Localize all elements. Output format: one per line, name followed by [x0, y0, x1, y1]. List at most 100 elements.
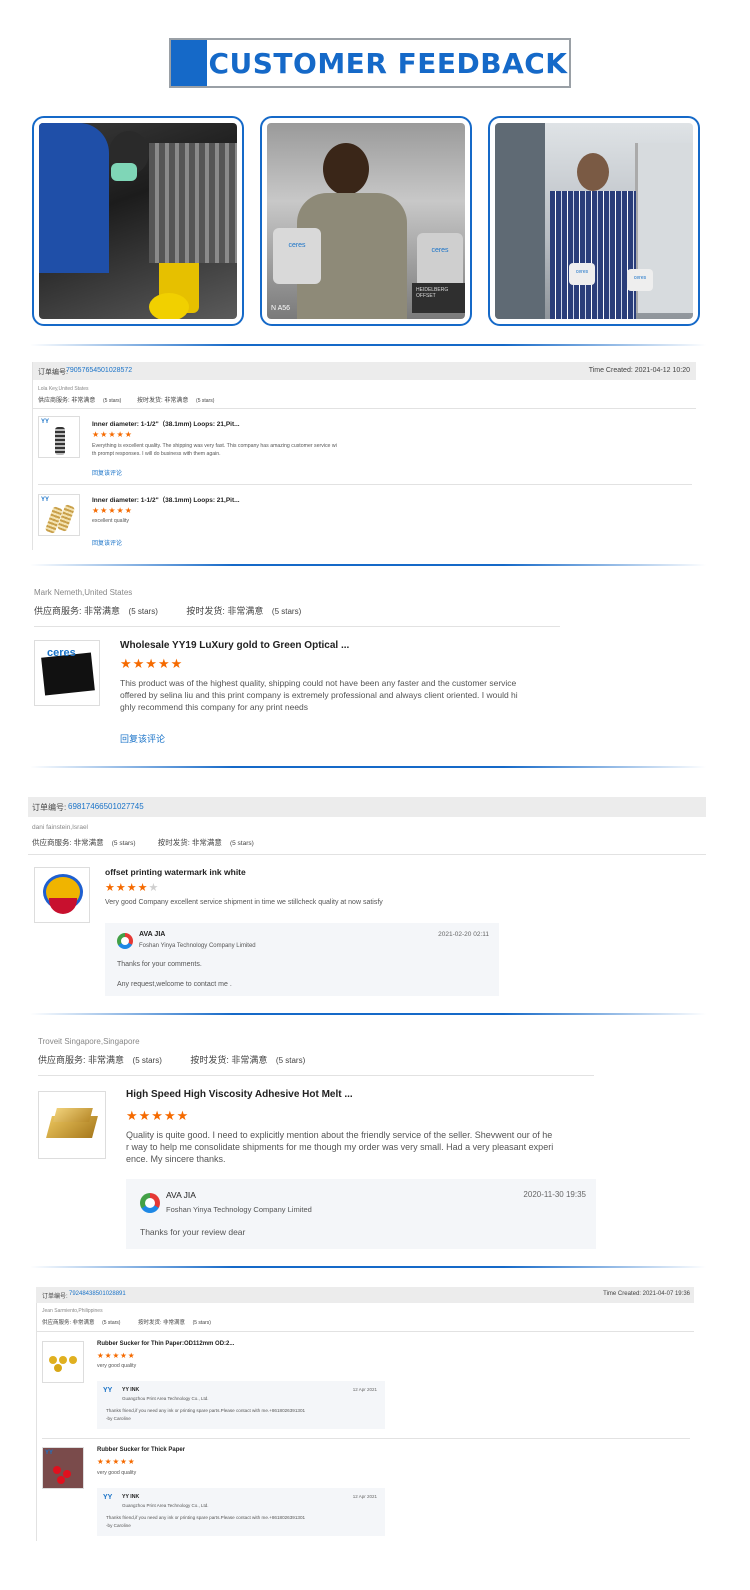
supplier-service: 供应商服务: 非常满意	[42, 1320, 95, 1326]
ink-can-left: ceres	[569, 263, 595, 285]
reply-date: 12 Apr 2021	[352, 1494, 377, 1499]
seller-company: Guangzhou Print Area Technology Co., Ltd…	[122, 1503, 209, 1508]
order-header: 订单编号: 79057654501028572 Time Created: 20…	[32, 362, 696, 380]
product-thumbnail[interactable]	[42, 1341, 84, 1383]
reply-text-line: Thanks friend,if you need any ink or pri…	[106, 1515, 306, 1520]
product-title[interactable]: offset printing watermark ink white	[105, 867, 246, 877]
time-created: Time Created: 2021-04-12 10:20	[588, 367, 690, 374]
seller-logo-icon: YY	[103, 1494, 113, 1501]
seller-company: Guangzhou Print Area Technology Co., Ltd…	[122, 1396, 209, 1401]
reply-comment-link[interactable]: 回复该评论	[92, 468, 122, 477]
ontime-stars: (5 stars)	[192, 1320, 211, 1326]
review-text: Everything is excellent quality. The shi…	[92, 442, 337, 458]
review-text-line: ence. My sincere thanks.	[126, 1154, 226, 1164]
divider-line	[42, 1438, 690, 1439]
reply-date: 12 Apr 2021	[352, 1387, 377, 1392]
ontime-stars: (5 stars)	[196, 398, 215, 404]
seller-reply: YY YY INK Guangzhou Print Area Technolog…	[97, 1381, 385, 1429]
ontime-delivery: 按时发货: 非常满意	[186, 606, 264, 616]
seller-company: Foshan Yinya Technology Company Limited	[139, 943, 256, 949]
section-divider	[30, 344, 706, 346]
order-header: 订单编号: 79248438501028891 Time Created: 20…	[36, 1287, 694, 1303]
order-header: 订单编号: 69817466501027745	[28, 797, 706, 817]
reply-text-line: Thanks for your review dear	[140, 1227, 246, 1237]
product-thumbnail[interactable]: YY	[42, 1447, 84, 1489]
ontime-stars: (5 stars)	[229, 840, 254, 847]
ontime-delivery: 按时发货: 非常满意	[137, 1320, 186, 1326]
order-number-link[interactable]: 79057654501028572	[66, 367, 132, 374]
review-text: very good quality	[97, 1470, 137, 1476]
reply-comment-link[interactable]: 回复该评论	[120, 732, 165, 745]
rating-stars: ★★★★★	[97, 1457, 136, 1466]
review-card-3: 订单编号: 69817466501027745 dani fainstein,I…	[28, 797, 706, 999]
review-text-line: Quality is quite good. I need to explici…	[126, 1130, 553, 1140]
ontime-stars: (5 stars)	[271, 607, 302, 616]
supplier-service: 供应商服务: 非常满意	[34, 606, 121, 616]
divider-line	[32, 408, 696, 409]
divider-line	[38, 1075, 594, 1076]
customer-photo-2: ceres ceres HEIDELBERG OFFSET N A56	[260, 116, 472, 326]
machine-label: N A56	[271, 305, 291, 312]
product-title[interactable]: Wholesale YY19 LuXury gold to Green Opti…	[120, 640, 349, 651]
divider-line	[36, 1331, 694, 1332]
rating-stars: ★★★★★	[105, 881, 159, 894]
seller-company: Foshan Yinya Technology Company Limited	[166, 1205, 312, 1214]
supplier-stars: (5 stars)	[102, 1320, 121, 1326]
review-text: Very good Company excellent service ship…	[105, 899, 383, 906]
reviewer-name: Mark Nemeth,United States	[34, 588, 133, 597]
product-thumbnail[interactable]: ceres	[34, 640, 100, 706]
star-empty: ★	[148, 882, 160, 894]
seller-logo-icon: YY	[103, 1387, 113, 1394]
supplier-service: 供应商服务: 非常满意	[38, 1055, 125, 1065]
seller-name: AVA JIA	[139, 931, 166, 938]
supplier-stars: (5 stars)	[103, 398, 122, 404]
ink-can-right: ceres	[627, 269, 653, 291]
rating-stars: ★★★★★	[120, 656, 184, 671]
banner-accent-block	[171, 40, 207, 86]
card-left-border	[36, 1287, 37, 1541]
reply-date: 2020-11-30 19:35	[523, 1190, 586, 1199]
section-divider	[30, 1266, 706, 1268]
supplier-service: 供应商服务: 非常满意	[32, 838, 104, 847]
product-title[interactable]: Inner diameter: 1-1/2"（38.1mm) Loops: 21…	[92, 494, 240, 504]
order-number-link[interactable]: 79248438501028891	[69, 1291, 126, 1297]
supplier-stars: (5 stars)	[128, 607, 158, 616]
product-title[interactable]: High Speed High Viscosity Adhesive Hot M…	[126, 1089, 353, 1100]
reply-text-line: -by Caroline	[106, 1523, 131, 1528]
seller-reply: YY YY INK Guangzhou Print Area Technolog…	[97, 1488, 385, 1536]
seller-reply: AVA JIA Foshan Yinya Technology Company …	[126, 1179, 596, 1249]
product-thumbnail[interactable]: YY	[38, 494, 80, 536]
product-thumbnail[interactable]	[38, 1091, 106, 1159]
review-text: Quality is quite good. I need to explici…	[126, 1129, 553, 1165]
reviewer-name: dani fainstein,Israel	[32, 824, 89, 831]
reviewer-name: Jean Sarmiento,Philippines	[42, 1308, 103, 1314]
product-title[interactable]: Rubber Sucker for Thin Paper:OD112mm OD:…	[97, 1341, 234, 1347]
product-title[interactable]: Inner diameter: 1-1/2"（38.1mm) Loops: 21…	[92, 418, 240, 428]
seller-name: YY INK	[122, 1494, 140, 1500]
divider-line	[28, 854, 706, 855]
review-text: very good quality	[97, 1363, 137, 1369]
supplier-stars: (5 stars)	[132, 1056, 162, 1065]
ontime-delivery: 按时发货: 非常满意	[157, 838, 222, 847]
review-text-line: This product was of the highest quality,…	[120, 678, 517, 688]
supplier-service: 供应商服务: 非常满意	[38, 398, 96, 404]
product-thumbnail[interactable]: YY	[38, 416, 80, 458]
seller-reply: AVA JIA Foshan Yinya Technology Company …	[105, 923, 499, 996]
ontime-stars: (5 stars)	[275, 1056, 306, 1065]
section-divider	[30, 564, 706, 566]
product-title[interactable]: Rubber Sucker for Thick Paper	[97, 1447, 185, 1453]
reply-text-line: Thanks friend,if you need any ink or pri…	[106, 1408, 306, 1413]
ontime-delivery: 按时发货: 非常满意	[137, 398, 189, 404]
product-thumbnail[interactable]	[34, 867, 90, 923]
review-text: This product was of the highest quality,…	[120, 677, 518, 713]
review-card-2: Mark Nemeth,United States 供应商服务: 非常满意 (5…	[34, 588, 564, 748]
review-text-line: ghly recommend this company for any prin…	[120, 702, 309, 712]
review-text-line: offered by selina liu and this print com…	[120, 690, 518, 700]
reply-text-line: -by Caroline	[106, 1416, 131, 1421]
order-label: 订单编号:	[38, 369, 68, 376]
supplier-stars: (5 stars)	[111, 840, 136, 847]
reply-comment-link[interactable]: 回复该评论	[92, 538, 122, 547]
reply-date: 2021-02-20 02:11	[438, 931, 489, 938]
order-number-link[interactable]: 69817466501027745	[68, 802, 144, 811]
seller-logo-icon	[140, 1193, 160, 1213]
